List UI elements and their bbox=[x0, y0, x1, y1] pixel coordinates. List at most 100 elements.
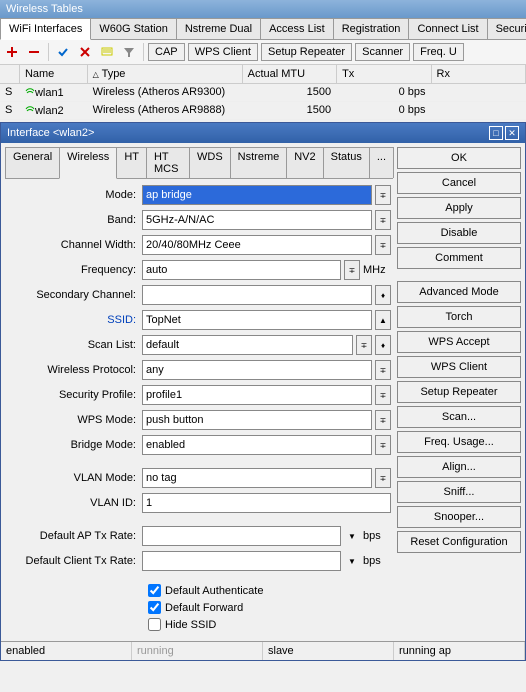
dialog-tab-nv2[interactable]: NV2 bbox=[286, 147, 323, 178]
col-mtu[interactable]: Actual MTU bbox=[243, 65, 337, 83]
dialog-tab-ht-mcs[interactable]: HT MCS bbox=[146, 147, 190, 178]
scan--button[interactable]: Scan... bbox=[397, 406, 521, 428]
filter-button[interactable] bbox=[119, 42, 139, 62]
dropdown-icon[interactable]: ∓ bbox=[375, 410, 391, 430]
close-icon[interactable]: ✕ bbox=[505, 126, 519, 140]
label-security-profile: Security Profile: bbox=[7, 389, 142, 401]
checkbox-default-forward[interactable] bbox=[148, 601, 161, 614]
popout-icon[interactable]: □ bbox=[489, 126, 503, 140]
setup-repeater-button[interactable]: Setup Repeater bbox=[397, 381, 521, 403]
cancel-button[interactable]: Cancel bbox=[397, 172, 521, 194]
dropdown-icon[interactable]: ∓ bbox=[375, 385, 391, 405]
main-tab-access-list[interactable]: Access List bbox=[260, 18, 334, 39]
checkbox-label-default-authenticate: Default Authenticate bbox=[165, 585, 263, 597]
dropdown-icon[interactable]: ∓ bbox=[344, 260, 360, 280]
label-ssid[interactable]: SSID: bbox=[7, 314, 142, 326]
torch-button[interactable]: Torch bbox=[397, 306, 521, 328]
toolbar-setup-repeater-button[interactable]: Setup Repeater bbox=[261, 43, 352, 61]
disable-button[interactable]: Disable bbox=[397, 222, 521, 244]
dropdown-icon[interactable]: ∓ bbox=[375, 360, 391, 380]
dropdown-icon[interactable]: ∓ bbox=[375, 210, 391, 230]
checkbox-hide-ssid[interactable] bbox=[148, 618, 161, 631]
enable-button[interactable] bbox=[53, 42, 73, 62]
label-vlan-id: VLAN ID: bbox=[7, 497, 142, 509]
input-frequency[interactable] bbox=[142, 260, 341, 280]
main-tab-security-profiles[interactable]: Security Profiles bbox=[487, 18, 526, 39]
advanced-mode-button[interactable]: Advanced Mode bbox=[397, 281, 521, 303]
input-vlan-mode[interactable] bbox=[142, 468, 372, 488]
dialog-tab-wds[interactable]: WDS bbox=[189, 147, 231, 178]
col-tx[interactable]: Tx bbox=[337, 65, 431, 83]
dialog-tab-general[interactable]: General bbox=[5, 147, 60, 178]
interface-dialog: Interface <wlan2> □ ✕ GeneralWirelessHTH… bbox=[0, 122, 526, 661]
table-row[interactable]: Swlan2Wireless (Atheros AR9888)15000 bps bbox=[0, 102, 526, 120]
toolbar-freq-u-button[interactable]: Freq. U bbox=[413, 43, 464, 61]
col-s[interactable] bbox=[0, 65, 20, 83]
label-bridge-mode: Bridge Mode: bbox=[7, 439, 142, 451]
wps-accept-button[interactable]: WPS Accept bbox=[397, 331, 521, 353]
input-scan-list[interactable] bbox=[142, 335, 353, 355]
input-bridge-mode[interactable] bbox=[142, 435, 372, 455]
input-default-ap-tx[interactable] bbox=[142, 526, 341, 546]
comment-button[interactable]: Comment bbox=[397, 247, 521, 269]
input-band[interactable] bbox=[142, 210, 372, 230]
input-channel-width[interactable] bbox=[142, 235, 372, 255]
list-header: Name △ Type Actual MTU Tx Rx bbox=[0, 65, 526, 84]
comment-button[interactable] bbox=[97, 42, 117, 62]
dialog-tab-ht[interactable]: HT bbox=[116, 147, 147, 178]
input-ssid[interactable] bbox=[142, 310, 372, 330]
checkbox-label-default-forward: Default Forward bbox=[165, 602, 243, 614]
dialog-tab-wireless[interactable]: Wireless bbox=[59, 147, 117, 179]
toolbar-cap-button[interactable]: CAP bbox=[148, 43, 185, 61]
reset-configuration-button[interactable]: Reset Configuration bbox=[397, 531, 521, 553]
window-title: Wireless Tables bbox=[0, 0, 526, 18]
align--button[interactable]: Align... bbox=[397, 456, 521, 478]
toolbar-wps-client-button[interactable]: WPS Client bbox=[188, 43, 258, 61]
dropdown-icon[interactable]: ∓ bbox=[375, 435, 391, 455]
label-vlan-mode: VLAN Mode: bbox=[7, 472, 142, 484]
col-type[interactable]: △ Type bbox=[88, 65, 243, 83]
input-wireless-protocol[interactable] bbox=[142, 360, 372, 380]
main-tab-connect-list[interactable]: Connect List bbox=[408, 18, 487, 39]
status-running-ap: running ap bbox=[394, 642, 525, 660]
label-mode: Mode: bbox=[7, 189, 142, 201]
checkbox-default-authenticate[interactable] bbox=[148, 584, 161, 597]
input-mode[interactable] bbox=[142, 185, 372, 205]
add-button[interactable] bbox=[2, 42, 22, 62]
dialog-tab-status[interactable]: Status bbox=[323, 147, 370, 178]
main-tab-registration[interactable]: Registration bbox=[333, 18, 410, 39]
sniff--button[interactable]: Sniff... bbox=[397, 481, 521, 503]
down-icon[interactable]: ▼ bbox=[344, 526, 360, 546]
snooper--button[interactable]: Snooper... bbox=[397, 506, 521, 528]
input-security-profile[interactable] bbox=[142, 385, 372, 405]
dialog-tab-nstreme[interactable]: Nstreme bbox=[230, 147, 288, 178]
freq-usage--button[interactable]: Freq. Usage... bbox=[397, 431, 521, 453]
up-icon[interactable]: ▲ bbox=[375, 310, 391, 330]
remove-button[interactable] bbox=[24, 42, 44, 62]
label-band: Band: bbox=[7, 214, 142, 226]
input-secondary-channel[interactable] bbox=[142, 285, 372, 305]
main-tab-wifi-interfaces[interactable]: WiFi Interfaces bbox=[0, 18, 91, 40]
main-tab-nstreme-dual[interactable]: Nstreme Dual bbox=[176, 18, 261, 39]
col-name[interactable]: Name bbox=[20, 65, 88, 83]
down-icon[interactable]: ▼ bbox=[344, 551, 360, 571]
dialog-tab-[interactable]: ... bbox=[369, 147, 394, 178]
ok-button[interactable]: OK bbox=[397, 147, 521, 169]
input-vlan-id[interactable] bbox=[142, 493, 391, 513]
col-rx[interactable]: Rx bbox=[432, 65, 526, 83]
dropdown-icon[interactable]: ∓ bbox=[375, 185, 391, 205]
dropdown-icon[interactable]: ∓ bbox=[375, 468, 391, 488]
input-wps-mode[interactable] bbox=[142, 410, 372, 430]
wps-client-button[interactable]: WPS Client bbox=[397, 356, 521, 378]
table-row[interactable]: Swlan1Wireless (Atheros AR9300)15000 bps bbox=[0, 84, 526, 102]
dropdown-icon[interactable]: ∓ bbox=[375, 235, 391, 255]
updown-icon[interactable]: ♦ bbox=[375, 285, 391, 305]
label-secondary-channel: Secondary Channel: bbox=[7, 289, 142, 301]
main-tab-w60g-station[interactable]: W60G Station bbox=[90, 18, 176, 39]
input-default-client-tx[interactable] bbox=[142, 551, 341, 571]
apply-button[interactable]: Apply bbox=[397, 197, 521, 219]
disable-button[interactable] bbox=[75, 42, 95, 62]
dropdown-icon[interactable]: ∓ bbox=[356, 335, 372, 355]
updown-icon[interactable]: ♦ bbox=[375, 335, 391, 355]
toolbar-scanner-button[interactable]: Scanner bbox=[355, 43, 410, 61]
